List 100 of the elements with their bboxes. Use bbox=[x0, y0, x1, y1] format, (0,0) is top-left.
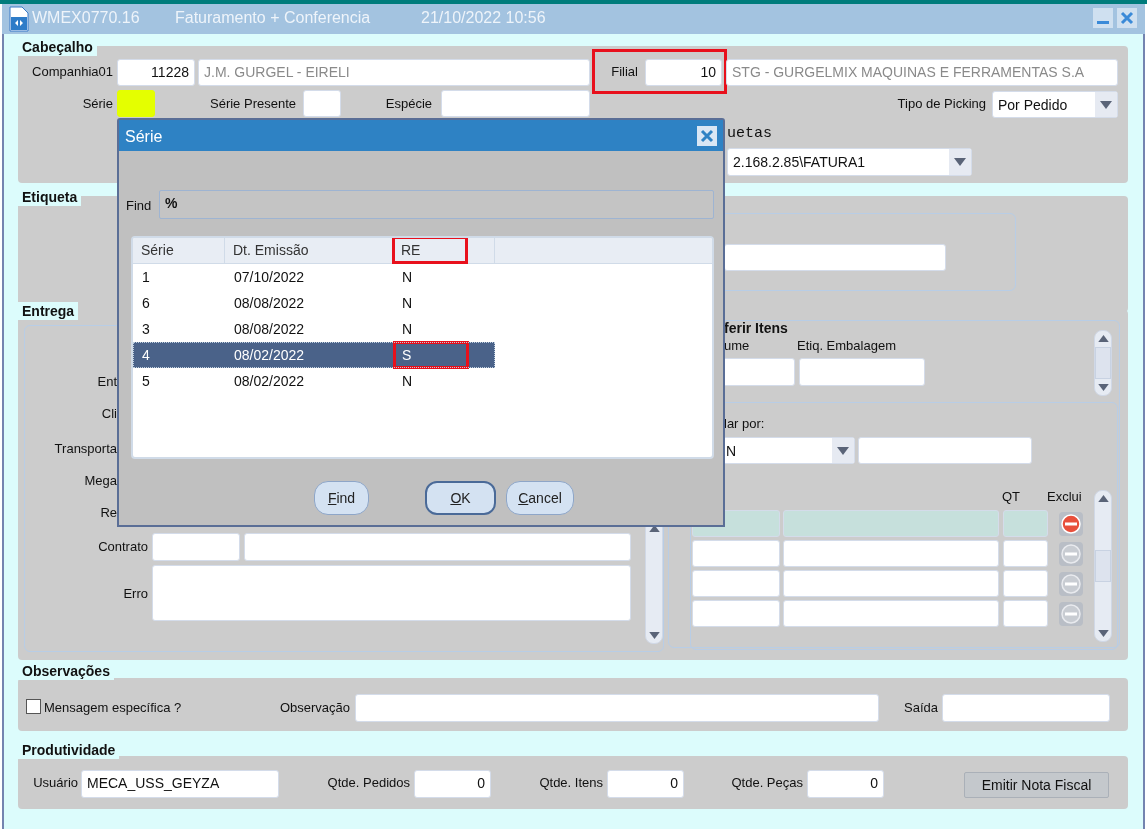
input-field[interactable] bbox=[355, 694, 879, 722]
field-label: Transporta bbox=[54, 440, 117, 458]
table-cell: 5 bbox=[142, 373, 150, 389]
close-button[interactable] bbox=[697, 126, 717, 146]
caret-icon bbox=[954, 158, 966, 166]
dropdown[interactable]: 2.168.2.85\FATURA1 bbox=[727, 148, 972, 176]
close-button[interactable] bbox=[1117, 8, 1137, 28]
input-field[interactable]: 0 bbox=[607, 770, 684, 798]
checkbox[interactable] bbox=[26, 699, 41, 714]
table-cell: N bbox=[402, 295, 413, 311]
input-field[interactable] bbox=[117, 90, 155, 117]
input-field[interactable] bbox=[942, 694, 1110, 722]
input-field[interactable]: 0 bbox=[414, 770, 491, 798]
input-field[interactable]: 0 bbox=[807, 770, 884, 798]
input-field[interactable] bbox=[724, 244, 946, 271]
table-cell: N bbox=[402, 373, 413, 389]
field-label: Série Presente bbox=[210, 95, 296, 113]
section-title: Etiqueta bbox=[18, 188, 82, 206]
field-label: Filial bbox=[611, 63, 638, 81]
input-field[interactable]: STG - GURGELMIX MAQUINAS E FERRAMENTAS S.A bbox=[726, 59, 1118, 86]
grid-field[interactable] bbox=[1003, 510, 1048, 537]
table-cell: 3 bbox=[142, 321, 150, 337]
field-label: Tipo de Picking bbox=[897, 95, 986, 113]
scroll-up-icon[interactable] bbox=[1097, 335, 1109, 342]
section-title: Produtividade bbox=[18, 741, 120, 759]
column-header[interactable]: Dt. Emissão bbox=[233, 242, 309, 258]
grid-field[interactable] bbox=[1003, 570, 1048, 597]
table-cell: S bbox=[393, 341, 469, 369]
input-field[interactable]: 11228 bbox=[117, 59, 195, 86]
input-field[interactable] bbox=[244, 533, 631, 561]
input-field[interactable] bbox=[858, 437, 1032, 464]
table-cell: 08/02/2022 bbox=[234, 373, 305, 389]
scroll-down-icon[interactable] bbox=[1097, 384, 1109, 391]
table-row[interactable]: 5 08/02/2022 N bbox=[133, 368, 495, 394]
app-icon bbox=[9, 6, 29, 32]
field-label: Qtde. Peças bbox=[731, 774, 803, 792]
section-title: Entrega bbox=[18, 302, 79, 320]
input-field[interactable] bbox=[152, 565, 631, 621]
field-label: Cli bbox=[101, 405, 117, 423]
table-cell: N bbox=[402, 321, 413, 337]
field-label: Qtde. Pedidos bbox=[327, 774, 410, 792]
minimize-button[interactable] bbox=[1093, 8, 1113, 28]
emit-invoice-button[interactable]: Emitir Nota Fiscal bbox=[964, 772, 1109, 798]
table-cell: 08/08/2022 bbox=[234, 295, 305, 311]
input-field[interactable]: 10 bbox=[645, 59, 722, 86]
table-row[interactable]: 1 07/10/2022 N bbox=[133, 264, 495, 290]
delete-button[interactable] bbox=[1059, 512, 1083, 536]
table-row[interactable]: 3 08/08/2022 N bbox=[133, 316, 495, 342]
scrollbar[interactable] bbox=[1094, 330, 1112, 396]
scroll-down-icon[interactable] bbox=[1097, 630, 1109, 637]
input-field[interactable] bbox=[799, 358, 925, 386]
dialog-button[interactable]: OK bbox=[425, 481, 496, 515]
input-field[interactable] bbox=[441, 90, 590, 117]
caret-icon bbox=[1100, 100, 1112, 109]
column-header: Etiq. Embalagem bbox=[797, 337, 896, 355]
column-header[interactable]: RE bbox=[392, 238, 468, 264]
input-field[interactable] bbox=[152, 533, 240, 561]
field-label: Ent bbox=[97, 373, 117, 391]
grid-field[interactable] bbox=[783, 570, 999, 597]
grid-field[interactable] bbox=[692, 600, 780, 627]
scroll-thumb[interactable] bbox=[1095, 347, 1111, 379]
scroll-thumb[interactable] bbox=[1095, 550, 1111, 582]
find-field[interactable]: % bbox=[159, 190, 714, 219]
table-cell: 07/10/2022 bbox=[234, 269, 305, 285]
window-title: Faturamento + Conferencia bbox=[175, 9, 371, 27]
close-icon bbox=[700, 129, 714, 143]
scroll-down-icon[interactable] bbox=[648, 632, 660, 639]
checkbox-label: Mensagem específica ? bbox=[44, 699, 182, 717]
input-field[interactable]: MECA_USS_GEYZA bbox=[81, 770, 279, 798]
grid-field[interactable] bbox=[783, 540, 999, 567]
dialog-button[interactable]: Find bbox=[314, 481, 369, 515]
dropdown[interactable]: Por Pedido bbox=[992, 91, 1118, 118]
minus-circle-icon bbox=[1061, 574, 1081, 594]
grid-field[interactable] bbox=[783, 600, 999, 627]
section-title: Observações bbox=[18, 662, 114, 680]
field-label: Contrato bbox=[98, 538, 148, 556]
table-row[interactable]: 4 08/02/2022 S bbox=[133, 342, 495, 368]
grid-field[interactable] bbox=[1003, 540, 1048, 567]
window-title: WMEX0770.16 bbox=[32, 9, 140, 27]
scroll-up-icon[interactable] bbox=[1097, 495, 1109, 502]
column-header[interactable]: Série bbox=[141, 242, 174, 258]
delete-button[interactable] bbox=[1059, 572, 1083, 596]
delete-button[interactable] bbox=[1059, 542, 1083, 566]
grid-field[interactable] bbox=[692, 570, 780, 597]
grid-field[interactable] bbox=[783, 510, 999, 537]
field-label: Série bbox=[82, 95, 113, 113]
field-label: uetas bbox=[727, 125, 772, 143]
grid-field[interactable] bbox=[1003, 600, 1048, 627]
field-label: Usuário bbox=[33, 774, 78, 792]
dialog-title: Série bbox=[125, 128, 163, 146]
scrollbar[interactable] bbox=[1094, 490, 1112, 642]
grid-field[interactable] bbox=[692, 540, 780, 567]
table-cell: 6 bbox=[142, 295, 150, 311]
delete-button[interactable] bbox=[1059, 602, 1083, 626]
table-cell: 4 bbox=[142, 347, 150, 363]
column-header: Exclui bbox=[1047, 488, 1082, 506]
field-label: Erro bbox=[123, 585, 148, 603]
dialog-button[interactable]: Cancel bbox=[506, 481, 574, 515]
input-field[interactable] bbox=[303, 90, 341, 117]
table-row[interactable]: 6 08/08/2022 N bbox=[133, 290, 495, 316]
